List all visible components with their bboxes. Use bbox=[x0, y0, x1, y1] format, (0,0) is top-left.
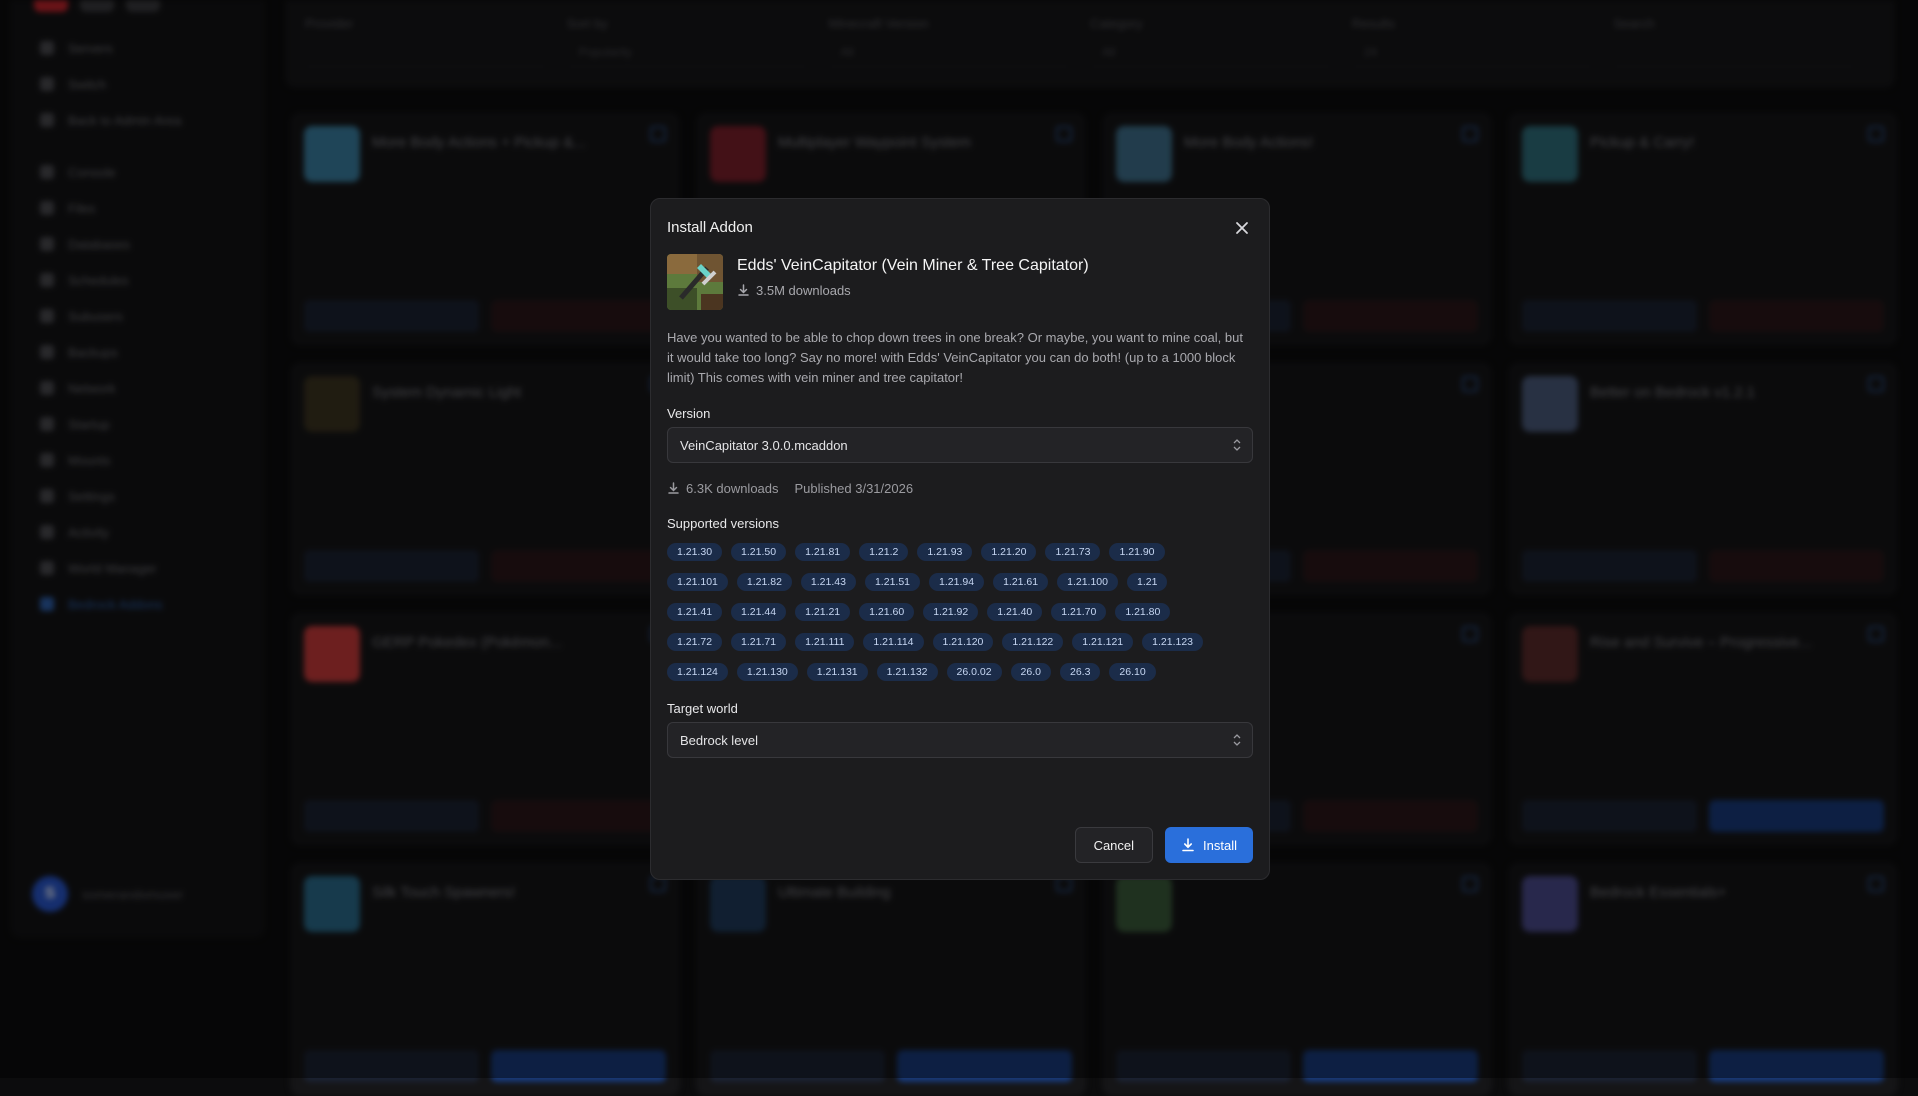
version-chip: 1.21.93 bbox=[917, 543, 973, 561]
version-chip: 26.3 bbox=[1059, 663, 1101, 681]
version-select[interactable]: VeinCapitator 3.0.0.mcaddon bbox=[667, 427, 1253, 463]
addon-downloads-text: 3.5M downloads bbox=[756, 283, 851, 298]
install-addon-modal: Install Addon Edds' VeinCapitator (Vein … bbox=[650, 198, 1270, 880]
install-button[interactable]: Install bbox=[1165, 827, 1253, 863]
version-meta: 6.3K downloads Published 3/31/2026 bbox=[667, 481, 1253, 496]
version-chip: 1.21.101 bbox=[667, 573, 728, 591]
cancel-button[interactable]: Cancel bbox=[1074, 827, 1154, 863]
version-chip: 1.21.30 bbox=[667, 543, 723, 561]
version-chip: 26.0.02 bbox=[946, 663, 1002, 681]
version-chip: 1.21.122 bbox=[1002, 633, 1064, 651]
addon-thumbnail bbox=[667, 254, 723, 310]
chevron-up-down-icon bbox=[1233, 734, 1241, 746]
supported-versions-label: Supported versions bbox=[667, 516, 780, 531]
version-chip: 1.21.124 bbox=[667, 663, 728, 681]
version-published: Published 3/31/2026 bbox=[794, 481, 914, 496]
version-chip: 1.21.92 bbox=[923, 603, 979, 621]
version-chip: 1.21.123 bbox=[1142, 633, 1204, 651]
target-world-label: Target world bbox=[667, 701, 738, 716]
modal-footer: Cancel Install bbox=[1074, 827, 1253, 863]
version-label: Version bbox=[667, 406, 711, 421]
version-chip: 1.21.73 bbox=[1045, 543, 1101, 561]
version-chip: 1.21.41 bbox=[667, 603, 723, 621]
version-chip: 1.21.114 bbox=[863, 633, 924, 651]
version-chip: 1.21.20 bbox=[981, 543, 1037, 561]
target-world-select[interactable]: Bedrock level bbox=[667, 722, 1253, 758]
download-icon bbox=[738, 284, 749, 296]
version-select-value: VeinCapitator 3.0.0.mcaddon bbox=[680, 437, 848, 453]
version-chip: 1.21.60 bbox=[859, 603, 915, 621]
version-chip: 1.21.71 bbox=[731, 633, 787, 651]
version-chip: 26.10 bbox=[1109, 663, 1156, 681]
version-chip: 1.21.121 bbox=[1072, 633, 1134, 651]
close-icon[interactable] bbox=[1231, 217, 1253, 239]
version-chip: 1.21.40 bbox=[987, 603, 1043, 621]
version-chip: 1.21.43 bbox=[800, 573, 856, 591]
version-chip: 1.21.21 bbox=[795, 603, 851, 621]
version-chip: 1.21.130 bbox=[736, 663, 798, 681]
modal-title: Install Addon bbox=[667, 219, 753, 236]
version-chip: 1.21.51 bbox=[864, 573, 921, 591]
version-chip: 1.21.72 bbox=[667, 633, 723, 651]
download-icon bbox=[1182, 838, 1194, 852]
version-downloads: 6.3K downloads bbox=[667, 481, 779, 496]
target-world-value: Bedrock level bbox=[680, 732, 759, 748]
version-chip: 1.21.80 bbox=[1115, 603, 1171, 621]
version-chip: 1.21.100 bbox=[1057, 573, 1118, 591]
download-icon bbox=[668, 482, 679, 494]
addon-header: Edds' VeinCapitator (Vein Miner & Tree C… bbox=[667, 254, 1253, 310]
version-chip: 1.21.61 bbox=[993, 573, 1049, 591]
version-chip: 1.21.50 bbox=[731, 543, 787, 561]
version-chip: 1.21.2 bbox=[859, 543, 909, 561]
version-chip: 1.21.44 bbox=[731, 603, 787, 621]
version-chip: 1.21 bbox=[1126, 573, 1168, 591]
version-chip: 1.21.131 bbox=[806, 663, 868, 681]
version-downloads-text: 6.3K downloads bbox=[686, 481, 779, 496]
version-chip: 1.21.70 bbox=[1051, 603, 1107, 621]
addon-downloads: 3.5M downloads bbox=[737, 283, 1089, 298]
version-chip: 1.21.111 bbox=[795, 633, 855, 651]
install-button-label: Install bbox=[1203, 837, 1237, 853]
version-chip: 1.21.120 bbox=[932, 633, 994, 651]
chevron-up-down-icon bbox=[1233, 439, 1241, 451]
version-chip: 1.21.82 bbox=[736, 573, 792, 591]
addon-description: Have you wanted to be able to chop down … bbox=[667, 330, 1243, 385]
version-chip: 1.21.132 bbox=[876, 663, 938, 681]
supported-versions-list: 1.21.30 1.21.50 1.21.81 1.21.2 1.21.93 1.21.2… bbox=[667, 543, 1227, 681]
addon-name: Edds' VeinCapitator (Vein Miner & Tree C… bbox=[737, 257, 1089, 274]
version-chip: 1.21.90 bbox=[1109, 543, 1165, 561]
version-chip: 1.21.81 bbox=[795, 543, 851, 561]
version-chip: 1.21.94 bbox=[929, 573, 985, 591]
version-chip: 26.0 bbox=[1010, 663, 1051, 681]
